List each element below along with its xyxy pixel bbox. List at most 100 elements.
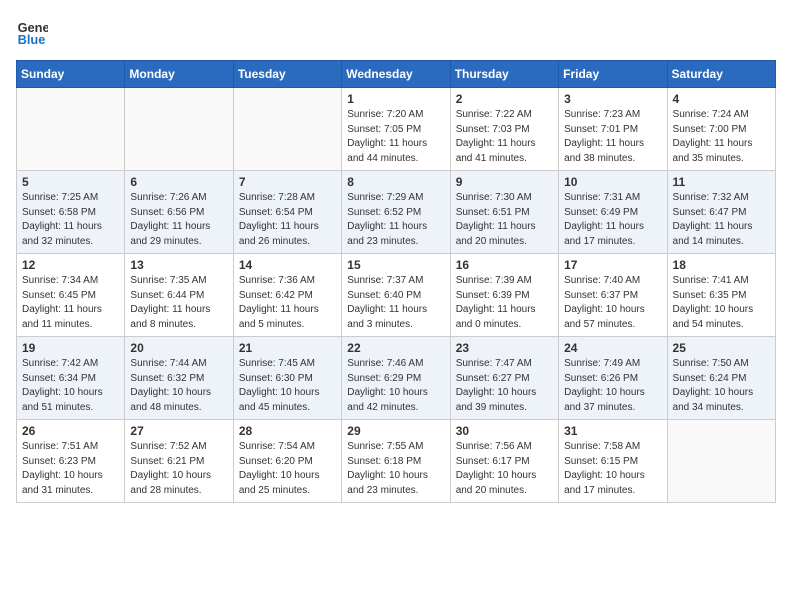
day-number: 6 xyxy=(130,175,227,189)
day-header-tuesday: Tuesday xyxy=(233,61,341,88)
day-number: 13 xyxy=(130,258,227,272)
calendar-cell: 23Sunrise: 7:47 AM Sunset: 6:27 PM Dayli… xyxy=(450,337,558,420)
calendar-cell: 1 Sunrise: 7:20 AM Sunset: 7:05 PM Daylig… xyxy=(342,88,450,171)
day-info: Sunrise: 7:35 AM Sunset: 6:44 PM Dayligh… xyxy=(130,274,227,332)
day-info: Sunrise: 7:47 AM Sunset: 6:27 PM Dayligh… xyxy=(456,357,553,415)
calendar-cell: 21 Sunrise: 7:45 AM Sunset: 6:30 PM Dayli… xyxy=(233,337,341,420)
calendar-header-row: SundayMondayTuesdayWednesdayThursdayFrid… xyxy=(17,61,776,88)
day-number: 25 xyxy=(673,341,770,355)
calendar-cell: 29 Sunrise: 7:55 AM Sunset: 6:18 PM Dayli… xyxy=(342,420,450,503)
day-info: Sunrise: 7:32 AM Sunset: 6:47 PM Dayligh… xyxy=(673,191,770,249)
day-info: Sunrise: 7:26 AM Sunset: 6:56 PM Dayligh… xyxy=(130,191,227,249)
svg-text:Blue: Blue xyxy=(18,32,46,47)
day-info: Sunrise: 7:30 AM Sunset: 6:51 PM Dayligh… xyxy=(456,191,553,249)
day-number: 28 xyxy=(239,424,336,438)
day-info: Sunrise: 7:49 AM Sunset: 6:26 PM Dayligh… xyxy=(564,357,661,415)
day-info: Sunrise: 7:24 AM Sunset: 7:00 PM Dayligh… xyxy=(673,108,770,166)
logo: General Blue xyxy=(16,16,52,48)
calendar-cell xyxy=(667,420,775,503)
day-number: 15 xyxy=(347,258,444,272)
day-info: Sunrise: 7:51 AM Sunset: 6:23 PM Dayligh… xyxy=(22,440,119,498)
calendar-cell: 2Sunrise: 7:22 AM Sunset: 7:03 PM Daylig… xyxy=(450,88,558,171)
calendar-cell: 30 Sunrise: 7:56 AM Sunset: 6:17 PM Dayli… xyxy=(450,420,558,503)
calendar-cell: 27 Sunrise: 7:52 AM Sunset: 6:21 PM Dayli… xyxy=(125,420,233,503)
calendar-cell xyxy=(17,88,125,171)
day-info: Sunrise: 7:55 AM Sunset: 6:18 PM Dayligh… xyxy=(347,440,444,498)
page-header: General Blue xyxy=(16,16,776,48)
day-info: Sunrise: 7:39 AM Sunset: 6:39 PM Dayligh… xyxy=(456,274,553,332)
day-info: Sunrise: 7:52 AM Sunset: 6:21 PM Dayligh… xyxy=(130,440,227,498)
calendar-cell: 12Sunrise: 7:34 AM Sunset: 6:45 PM Dayli… xyxy=(17,254,125,337)
day-number: 24 xyxy=(564,341,661,355)
day-info: Sunrise: 7:56 AM Sunset: 6:17 PM Dayligh… xyxy=(456,440,553,498)
day-number: 29 xyxy=(347,424,444,438)
day-info: Sunrise: 7:37 AM Sunset: 6:40 PM Dayligh… xyxy=(347,274,444,332)
calendar-cell: 25 Sunrise: 7:50 AM Sunset: 6:24 PM Dayli… xyxy=(667,337,775,420)
day-header-thursday: Thursday xyxy=(450,61,558,88)
calendar-cell: 11Sunrise: 7:32 AM Sunset: 6:47 PM Dayli… xyxy=(667,171,775,254)
logo-icon: General Blue xyxy=(16,16,48,48)
day-header-saturday: Saturday xyxy=(667,61,775,88)
calendar-cell: 5Sunrise: 7:25 AM Sunset: 6:58 PM Daylig… xyxy=(17,171,125,254)
day-number: 3 xyxy=(564,92,661,106)
calendar-cell: 20 Sunrise: 7:44 AM Sunset: 6:32 PM Dayli… xyxy=(125,337,233,420)
calendar-cell: 13 Sunrise: 7:35 AM Sunset: 6:44 PM Dayli… xyxy=(125,254,233,337)
day-number: 22 xyxy=(347,341,444,355)
day-info: Sunrise: 7:44 AM Sunset: 6:32 PM Dayligh… xyxy=(130,357,227,415)
calendar-cell: 7 Sunrise: 7:28 AM Sunset: 6:54 PM Daylig… xyxy=(233,171,341,254)
day-info: Sunrise: 7:46 AM Sunset: 6:29 PM Dayligh… xyxy=(347,357,444,415)
calendar-cell: 31 Sunrise: 7:58 AM Sunset: 6:15 PM Dayli… xyxy=(559,420,667,503)
day-header-sunday: Sunday xyxy=(17,61,125,88)
day-number: 27 xyxy=(130,424,227,438)
calendar-cell: 8Sunrise: 7:29 AM Sunset: 6:52 PM Daylig… xyxy=(342,171,450,254)
day-info: Sunrise: 7:28 AM Sunset: 6:54 PM Dayligh… xyxy=(239,191,336,249)
calendar-cell: 16 Sunrise: 7:39 AM Sunset: 6:39 PM Dayli… xyxy=(450,254,558,337)
day-number: 17 xyxy=(564,258,661,272)
day-number: 7 xyxy=(239,175,336,189)
calendar-cell: 26 Sunrise: 7:51 AM Sunset: 6:23 PM Dayli… xyxy=(17,420,125,503)
calendar-cell: 15 Sunrise: 7:37 AM Sunset: 6:40 PM Dayli… xyxy=(342,254,450,337)
day-info: Sunrise: 7:31 AM Sunset: 6:49 PM Dayligh… xyxy=(564,191,661,249)
day-info: Sunrise: 7:45 AM Sunset: 6:30 PM Dayligh… xyxy=(239,357,336,415)
calendar-cell: 9 Sunrise: 7:30 AM Sunset: 6:51 PM Daylig… xyxy=(450,171,558,254)
day-info: Sunrise: 7:42 AM Sunset: 6:34 PM Dayligh… xyxy=(22,357,119,415)
calendar-cell: 22 Sunrise: 7:46 AM Sunset: 6:29 PM Dayli… xyxy=(342,337,450,420)
calendar-week-row: 26 Sunrise: 7:51 AM Sunset: 6:23 PM Dayli… xyxy=(17,420,776,503)
day-number: 21 xyxy=(239,341,336,355)
day-info: Sunrise: 7:25 AM Sunset: 6:58 PM Dayligh… xyxy=(22,191,119,249)
calendar-cell: 19 Sunrise: 7:42 AM Sunset: 6:34 PM Dayli… xyxy=(17,337,125,420)
day-number: 1 xyxy=(347,92,444,106)
day-number: 30 xyxy=(456,424,553,438)
calendar-week-row: 19 Sunrise: 7:42 AM Sunset: 6:34 PM Dayli… xyxy=(17,337,776,420)
day-info: Sunrise: 7:23 AM Sunset: 7:01 PM Dayligh… xyxy=(564,108,661,166)
day-info: Sunrise: 7:58 AM Sunset: 6:15 PM Dayligh… xyxy=(564,440,661,498)
day-info: Sunrise: 7:34 AM Sunset: 6:45 PM Dayligh… xyxy=(22,274,119,332)
day-info: Sunrise: 7:50 AM Sunset: 6:24 PM Dayligh… xyxy=(673,357,770,415)
day-number: 26 xyxy=(22,424,119,438)
calendar-week-row: 1 Sunrise: 7:20 AM Sunset: 7:05 PM Daylig… xyxy=(17,88,776,171)
day-number: 20 xyxy=(130,341,227,355)
calendar-cell: 14Sunrise: 7:36 AM Sunset: 6:42 PM Dayli… xyxy=(233,254,341,337)
day-number: 18 xyxy=(673,258,770,272)
calendar-cell: 28 Sunrise: 7:54 AM Sunset: 6:20 PM Dayli… xyxy=(233,420,341,503)
day-number: 9 xyxy=(456,175,553,189)
calendar-cell: 3 Sunrise: 7:23 AM Sunset: 7:01 PM Daylig… xyxy=(559,88,667,171)
day-info: Sunrise: 7:22 AM Sunset: 7:03 PM Dayligh… xyxy=(456,108,553,166)
day-number: 16 xyxy=(456,258,553,272)
day-number: 19 xyxy=(22,341,119,355)
calendar-cell: 17Sunrise: 7:40 AM Sunset: 6:37 PM Dayli… xyxy=(559,254,667,337)
day-info: Sunrise: 7:41 AM Sunset: 6:35 PM Dayligh… xyxy=(673,274,770,332)
calendar-cell: 6 Sunrise: 7:26 AM Sunset: 6:56 PM Daylig… xyxy=(125,171,233,254)
day-header-monday: Monday xyxy=(125,61,233,88)
day-number: 31 xyxy=(564,424,661,438)
day-info: Sunrise: 7:29 AM Sunset: 6:52 PM Dayligh… xyxy=(347,191,444,249)
day-number: 4 xyxy=(673,92,770,106)
calendar-cell xyxy=(125,88,233,171)
day-info: Sunrise: 7:54 AM Sunset: 6:20 PM Dayligh… xyxy=(239,440,336,498)
day-info: Sunrise: 7:20 AM Sunset: 7:05 PM Dayligh… xyxy=(347,108,444,166)
calendar-cell: 10Sunrise: 7:31 AM Sunset: 6:49 PM Dayli… xyxy=(559,171,667,254)
calendar-cell: 4 Sunrise: 7:24 AM Sunset: 7:00 PM Daylig… xyxy=(667,88,775,171)
day-header-wednesday: Wednesday xyxy=(342,61,450,88)
calendar-cell: 24 Sunrise: 7:49 AM Sunset: 6:26 PM Dayli… xyxy=(559,337,667,420)
calendar-table: SundayMondayTuesdayWednesdayThursdayFrid… xyxy=(16,60,776,503)
